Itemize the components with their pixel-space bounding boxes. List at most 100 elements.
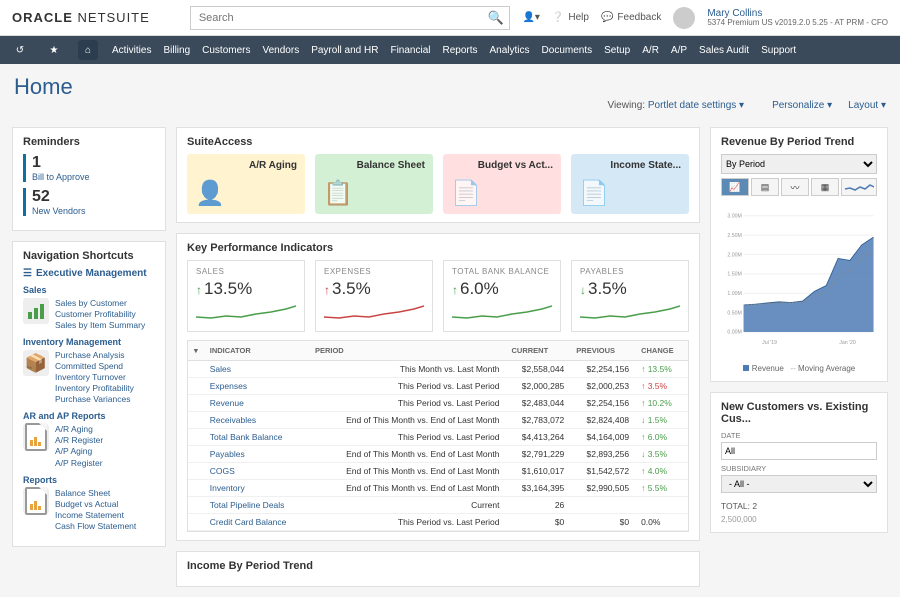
kpi-tile-expenses[interactable]: EXPENSES↑3.5% [315,260,433,332]
shortcut-link[interactable]: Purchase Analysis [55,350,134,361]
role-dropdown[interactable]: 👤▾ [522,12,539,23]
shortcut-section-reports: Reports [23,475,155,485]
avatar[interactable] [673,7,695,29]
user-info[interactable]: Mary Collins 5374 Premium US v2019.2.0 5… [707,8,888,28]
exec-management-toggle[interactable]: ☰Executive Management [23,268,155,279]
kpi-col-header[interactable]: PREVIOUS [570,341,635,361]
subsidiary-label: SUBSIDIARY [721,464,877,473]
shortcut-link[interactable]: Committed Spend [55,361,134,372]
nav-vendors[interactable]: Vendors [263,45,300,56]
shortcut-section-sales: Sales [23,285,155,295]
nav-documents[interactable]: Documents [542,45,593,56]
viewing-dropdown[interactable]: Portlet date settings [648,100,744,111]
svg-text:0.50M: 0.50M [727,310,741,316]
nav-analytics[interactable]: Analytics [490,45,530,56]
shortcut-link[interactable]: Customer Profitability [55,309,145,320]
chart-mini-preview[interactable] [841,178,877,196]
suite-card-balance-sheet[interactable]: Balance Sheet📋 [315,154,433,214]
reminder-item[interactable]: 52New Vendors [23,188,155,216]
kpi-row[interactable]: ReceivablesEnd of This Month vs. End of … [188,412,688,429]
nav-setup[interactable]: Setup [604,45,630,56]
kpi-row[interactable]: RevenueThis Period vs. Last Period$2,483… [188,395,688,412]
kpi-col-header[interactable]: INDICATOR [204,341,309,361]
new-customers-card: New Customers vs. Existing Cus... DATE S… [710,392,888,533]
nav-payroll-and-hr[interactable]: Payroll and HR [311,45,378,56]
shortcut-link[interactable]: Purchase Variances [55,394,134,405]
chart-type-line[interactable]: 〰 [781,178,809,196]
nav-activities[interactable]: Activities [112,45,151,56]
nav-sales-audit[interactable]: Sales Audit [699,45,749,56]
nav-reports[interactable]: Reports [443,45,478,56]
shortcut-link[interactable]: A/R Register [55,435,103,446]
kpi-tile-payables[interactable]: PAYABLES↓3.5% [571,260,689,332]
subsidiary-select[interactable]: - All - [721,475,877,493]
svg-text:3.00M: 3.00M [727,214,741,220]
history-icon[interactable]: ↺ [10,40,30,60]
shortcut-link[interactable]: Inventory Turnover [55,372,134,383]
kpi-row[interactable]: ExpensesThis Period vs. Last Period$2,00… [188,378,688,395]
suite-card-income-state-[interactable]: Income State...📄 [571,154,689,214]
shortcut-link[interactable]: Inventory Profitability [55,383,134,394]
reminders-title: Reminders [23,136,155,148]
shortcut-link[interactable]: A/P Aging [55,446,103,457]
newcust-title: New Customers vs. Existing Cus... [721,401,877,425]
shortcut-section-ar-and-ap-reports: AR and AP Reports [23,411,155,421]
svg-text:1.50M: 1.50M [727,272,741,278]
shortcut-link[interactable]: Sales by Customer [55,298,145,309]
kpi-col-header[interactable]: PERIOD [309,341,506,361]
nav-billing[interactable]: Billing [163,45,190,56]
search-icon[interactable]: 🔍 [488,10,504,26]
nav-financial[interactable]: Financial [390,45,430,56]
kpi-tile-total-bank-balance[interactable]: TOTAL BANK BALANCE↑6.0% [443,260,561,332]
suiteaccess-card: SuiteAccess A/R Aging👤Balance Sheet📋Budg… [176,127,700,223]
svg-text:0.00M: 0.00M [727,330,741,336]
kpi-row[interactable]: SalesThis Month vs. Last Month$2,558,044… [188,361,688,378]
search-input[interactable] [190,6,510,30]
kpi-title: Key Performance Indicators [187,242,689,254]
date-field[interactable] [721,442,877,460]
svg-text:Jan '20: Jan '20 [839,340,856,346]
page-title: Home [0,64,900,100]
chart-type-area[interactable]: 📈 [721,178,749,196]
brand-logo: ORACLE NETSUITE [12,10,150,25]
main-nav: ↺ ★ ⌂ Activities Billing Customers Vendors P… [0,36,900,64]
shortcut-link[interactable]: A/P Register [55,458,103,469]
revenue-chart: 0.00M0.50M1.00M1.50M2.00M2.50M3.00MJul '… [721,200,877,360]
kpi-row[interactable]: Credit Card BalanceThis Period vs. Last … [188,514,688,531]
chart-type-table[interactable]: ▦ [811,178,839,196]
kpi-row[interactable]: Total Bank BalanceThis Period vs. Last P… [188,429,688,446]
star-icon[interactable]: ★ [44,40,64,60]
kpi-row[interactable]: InventoryEnd of This Month vs. End of La… [188,480,688,497]
shortcut-link[interactable]: Cash Flow Statement [55,521,136,532]
layout-dropdown[interactable]: Layout [848,100,886,111]
suite-card-budget-vs-act-[interactable]: Budget vs Act...📄 [443,154,561,214]
reminder-item[interactable]: 1Bill to Approve [23,154,155,182]
shortcut-section-inventory-management: Inventory Management [23,337,155,347]
kpi-row[interactable]: Total Pipeline DealsCurrent26 [188,497,688,514]
kpi-tile-sales[interactable]: SALES↑13.5% [187,260,305,332]
income-trend-card: Income By Period Trend [176,551,700,587]
shortcut-link[interactable]: Income Statement [55,510,136,521]
revenue-period-select[interactable]: By Period [721,154,877,174]
nav-a-p[interactable]: A/P [671,45,687,56]
income-title: Income By Period Trend [187,560,689,572]
suite-card-a-r-aging[interactable]: A/R Aging👤 [187,154,305,214]
personalize-dropdown[interactable]: Personalize [772,100,832,111]
kpi-col-header[interactable]: CURRENT [505,341,570,361]
kpi-col-header[interactable]: CHANGE [635,341,688,361]
svg-text:1.00M: 1.00M [727,291,741,297]
nav-a-r[interactable]: A/R [642,45,659,56]
svg-text:Jul '19: Jul '19 [762,340,777,346]
nav-customers[interactable]: Customers [202,45,250,56]
kpi-row[interactable]: COGSEnd of This Month vs. End of Last Mo… [188,463,688,480]
nav-support[interactable]: Support [761,45,796,56]
shortcut-link[interactable]: Budget vs Actual [55,499,136,510]
home-icon[interactable]: ⌂ [78,40,98,60]
kpi-row[interactable]: PayablesEnd of This Month vs. End of Las… [188,446,688,463]
shortcut-link[interactable]: Balance Sheet [55,488,136,499]
help-link[interactable]: ❔Help [552,12,589,23]
shortcut-link[interactable]: Sales by Item Summary [55,320,145,331]
shortcut-link[interactable]: A/R Aging [55,424,103,435]
chart-type-bar[interactable]: ▤ [751,178,779,196]
feedback-link[interactable]: 💬Feedback [601,12,661,23]
